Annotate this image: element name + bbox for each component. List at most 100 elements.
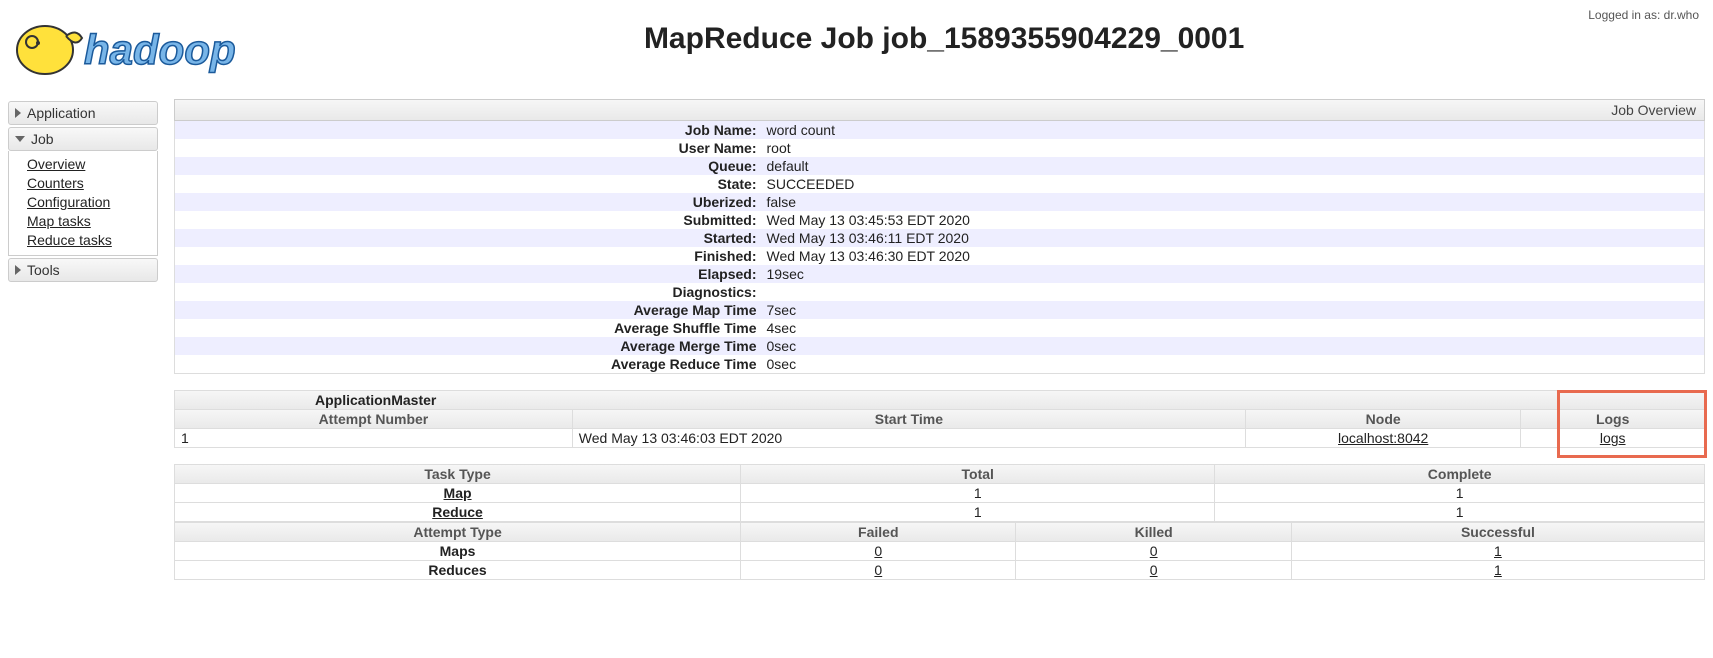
- task-reduce-total: 1: [741, 503, 1215, 522]
- am-th-start: Start Time: [572, 410, 1245, 429]
- overview-key: Started:: [175, 229, 763, 247]
- overview-value: 0sec: [763, 355, 1705, 374]
- overview-value: 19sec: [763, 265, 1705, 283]
- sidebar-item-counters[interactable]: Counters: [27, 174, 151, 193]
- sidebar-tools[interactable]: Tools: [8, 258, 158, 282]
- task-map-complete: 1: [1215, 484, 1705, 503]
- am-logs-link[interactable]: logs: [1600, 430, 1626, 446]
- am-th-logs: Logs: [1521, 410, 1705, 429]
- attempt-row-maps: Maps 0 0 1: [175, 542, 1705, 561]
- overview-key: Elapsed:: [175, 265, 763, 283]
- job-overview-table: Job Name:word countUser Name:rootQueue:d…: [174, 121, 1705, 374]
- sidebar-tools-label: Tools: [27, 262, 60, 278]
- sidebar-application[interactable]: Application: [8, 101, 158, 125]
- sidebar: Application Job Overview Counters Config…: [8, 99, 158, 282]
- overview-value: default: [763, 157, 1705, 175]
- overview-value: word count: [763, 121, 1705, 139]
- task-reduce-complete: 1: [1215, 503, 1705, 522]
- overview-value: 0sec: [763, 337, 1705, 355]
- login-status: Logged in as: dr.who: [1588, 0, 1713, 22]
- job-overview-header: Job Overview: [174, 99, 1705, 121]
- tt-th-type: Task Type: [175, 465, 741, 484]
- main-content: Job Overview Job Name:word countUser Nam…: [174, 99, 1705, 580]
- attempt-maps-failed[interactable]: 0: [874, 543, 882, 559]
- tt-th-total: Total: [741, 465, 1215, 484]
- sidebar-item-reduce-tasks[interactable]: Reduce tasks: [27, 231, 151, 250]
- overview-value: false: [763, 193, 1705, 211]
- sidebar-item-map-tasks[interactable]: Map tasks: [27, 212, 151, 231]
- overview-key: Average Shuffle Time: [175, 319, 763, 337]
- am-logs-cell: logs: [1521, 429, 1705, 448]
- task-reduce-link[interactable]: Reduce: [432, 504, 483, 520]
- task-reduce-cell: Reduce: [175, 503, 741, 522]
- attempt-row-reduces: Reduces 0 0 1: [175, 561, 1705, 580]
- overview-row: Uberized:false: [175, 193, 1705, 211]
- overview-value: [763, 283, 1705, 301]
- overview-key: Queue:: [175, 157, 763, 175]
- overview-value: 4sec: [763, 319, 1705, 337]
- am-th-node: Node: [1245, 410, 1520, 429]
- tt-th-complete: Complete: [1215, 465, 1705, 484]
- overview-row: Average Merge Time0sec: [175, 337, 1705, 355]
- sidebar-item-overview[interactable]: Overview: [27, 155, 151, 174]
- overview-row: Finished:Wed May 13 03:46:30 EDT 2020: [175, 247, 1705, 265]
- task-map-total: 1: [741, 484, 1215, 503]
- sidebar-application-label: Application: [27, 105, 96, 121]
- task-map-cell: Map: [175, 484, 741, 503]
- chevron-down-icon: [15, 136, 25, 142]
- overview-row: State:SUCCEEDED: [175, 175, 1705, 193]
- svg-text:hadoop: hadoop: [84, 26, 236, 73]
- hadoop-logo: hadoop: [0, 0, 300, 93]
- overview-key: Submitted:: [175, 211, 763, 229]
- at-th-failed: Failed: [741, 523, 1016, 542]
- attempt-maps-label: Maps: [175, 542, 741, 561]
- overview-value: root: [763, 139, 1705, 157]
- overview-row: Average Shuffle Time4sec: [175, 319, 1705, 337]
- overview-row: Queue:default: [175, 157, 1705, 175]
- page-title: MapReduce Job job_1589355904229_0001: [300, 22, 1588, 56]
- sidebar-job-body: Overview Counters Configuration Map task…: [8, 151, 158, 256]
- overview-key: Diagnostics:: [175, 283, 763, 301]
- overview-row: Average Reduce Time0sec: [175, 355, 1705, 374]
- task-map-link[interactable]: Map: [444, 485, 472, 501]
- attempt-maps-killed[interactable]: 0: [1150, 543, 1158, 559]
- chevron-right-icon: [15, 108, 21, 118]
- attempt-reduces-label: Reduces: [175, 561, 741, 580]
- chevron-right-icon: [15, 265, 21, 275]
- am-caption: ApplicationMaster: [175, 391, 1705, 410]
- overview-value: Wed May 13 03:45:53 EDT 2020: [763, 211, 1705, 229]
- task-row-reduce: Reduce 1 1: [175, 503, 1705, 522]
- attempt-reduces-killed[interactable]: 0: [1150, 562, 1158, 578]
- overview-key: Uberized:: [175, 193, 763, 211]
- at-th-killed: Killed: [1016, 523, 1291, 542]
- overview-row: Average Map Time7sec: [175, 301, 1705, 319]
- am-th-attempt: Attempt Number: [175, 410, 573, 429]
- attempt-reduces-failed[interactable]: 0: [874, 562, 882, 578]
- overview-key: Job Name:: [175, 121, 763, 139]
- am-node-cell: localhost:8042: [1245, 429, 1520, 448]
- task-row-map: Map 1 1: [175, 484, 1705, 503]
- overview-key: Average Reduce Time: [175, 355, 763, 374]
- sidebar-job[interactable]: Job: [8, 127, 158, 151]
- overview-key: Finished:: [175, 247, 763, 265]
- overview-row: User Name:root: [175, 139, 1705, 157]
- overview-value: SUCCEEDED: [763, 175, 1705, 193]
- overview-row: Diagnostics:: [175, 283, 1705, 301]
- application-master-table: ApplicationMaster Attempt Number Start T…: [174, 390, 1705, 448]
- overview-row: Submitted:Wed May 13 03:45:53 EDT 2020: [175, 211, 1705, 229]
- sidebar-job-label: Job: [31, 131, 54, 147]
- at-th-successful: Successful: [1291, 523, 1704, 542]
- overview-row: Job Name:word count: [175, 121, 1705, 139]
- overview-key: Average Merge Time: [175, 337, 763, 355]
- overview-value: 7sec: [763, 301, 1705, 319]
- task-type-table: Task Type Total Complete Map 1 1 Reduce …: [174, 464, 1705, 522]
- attempt-reduces-successful[interactable]: 1: [1494, 562, 1502, 578]
- overview-key: State:: [175, 175, 763, 193]
- overview-row: Elapsed:19sec: [175, 265, 1705, 283]
- overview-row: Started:Wed May 13 03:46:11 EDT 2020: [175, 229, 1705, 247]
- overview-key: User Name:: [175, 139, 763, 157]
- attempt-type-table: Attempt Type Failed Killed Successful Ma…: [174, 522, 1705, 580]
- sidebar-item-configuration[interactable]: Configuration: [27, 193, 151, 212]
- attempt-maps-successful[interactable]: 1: [1494, 543, 1502, 559]
- am-node-link[interactable]: localhost:8042: [1338, 430, 1428, 446]
